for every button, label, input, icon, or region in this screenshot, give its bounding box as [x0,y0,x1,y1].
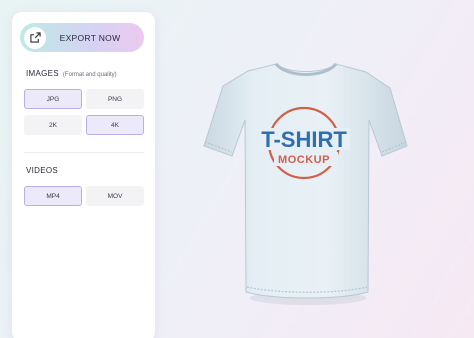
export-now-button[interactable]: EXPORT NOW [20,23,144,52]
quality-2k-label: 2K [49,121,57,129]
export-panel: EXPORT NOW IMAGES (Format and quality) JP… [12,12,155,338]
export-now-label: EXPORT NOW [59,32,121,43]
video-mp4-label: MP4 [46,192,60,200]
section-divider [24,152,144,153]
tshirt-mockup-preview: T-SHIRT MOCKUP [190,58,420,308]
video-mov-option[interactable]: MOV [86,186,144,206]
images-subtitle: (Format and quality) [62,72,117,78]
format-png-label: PNG [107,95,123,103]
quality-4k-label: 4K [111,121,119,129]
format-jpg-option[interactable]: JPG [24,89,82,109]
videos-title: VIDEOS [26,166,59,175]
mockup-subtitle: MOCKUP [278,154,330,166]
quality-4k-option[interactable]: 4K [86,115,144,135]
external-link-icon [24,26,46,49]
videos-section-title: VIDEOS [26,166,58,175]
format-jpg-label: JPG [46,95,60,103]
quality-2k-option[interactable]: 2K [24,115,82,135]
images-title: IMAGES [26,69,59,78]
video-mp4-option[interactable]: MP4 [24,186,82,206]
mockup-title: T-SHIRT [261,127,347,152]
video-mov-label: MOV [107,192,123,200]
format-png-option[interactable]: PNG [86,89,144,109]
images-section-title: IMAGES (Format and quality) [26,69,117,78]
tshirt-image: T-SHIRT MOCKUP [203,62,408,305]
